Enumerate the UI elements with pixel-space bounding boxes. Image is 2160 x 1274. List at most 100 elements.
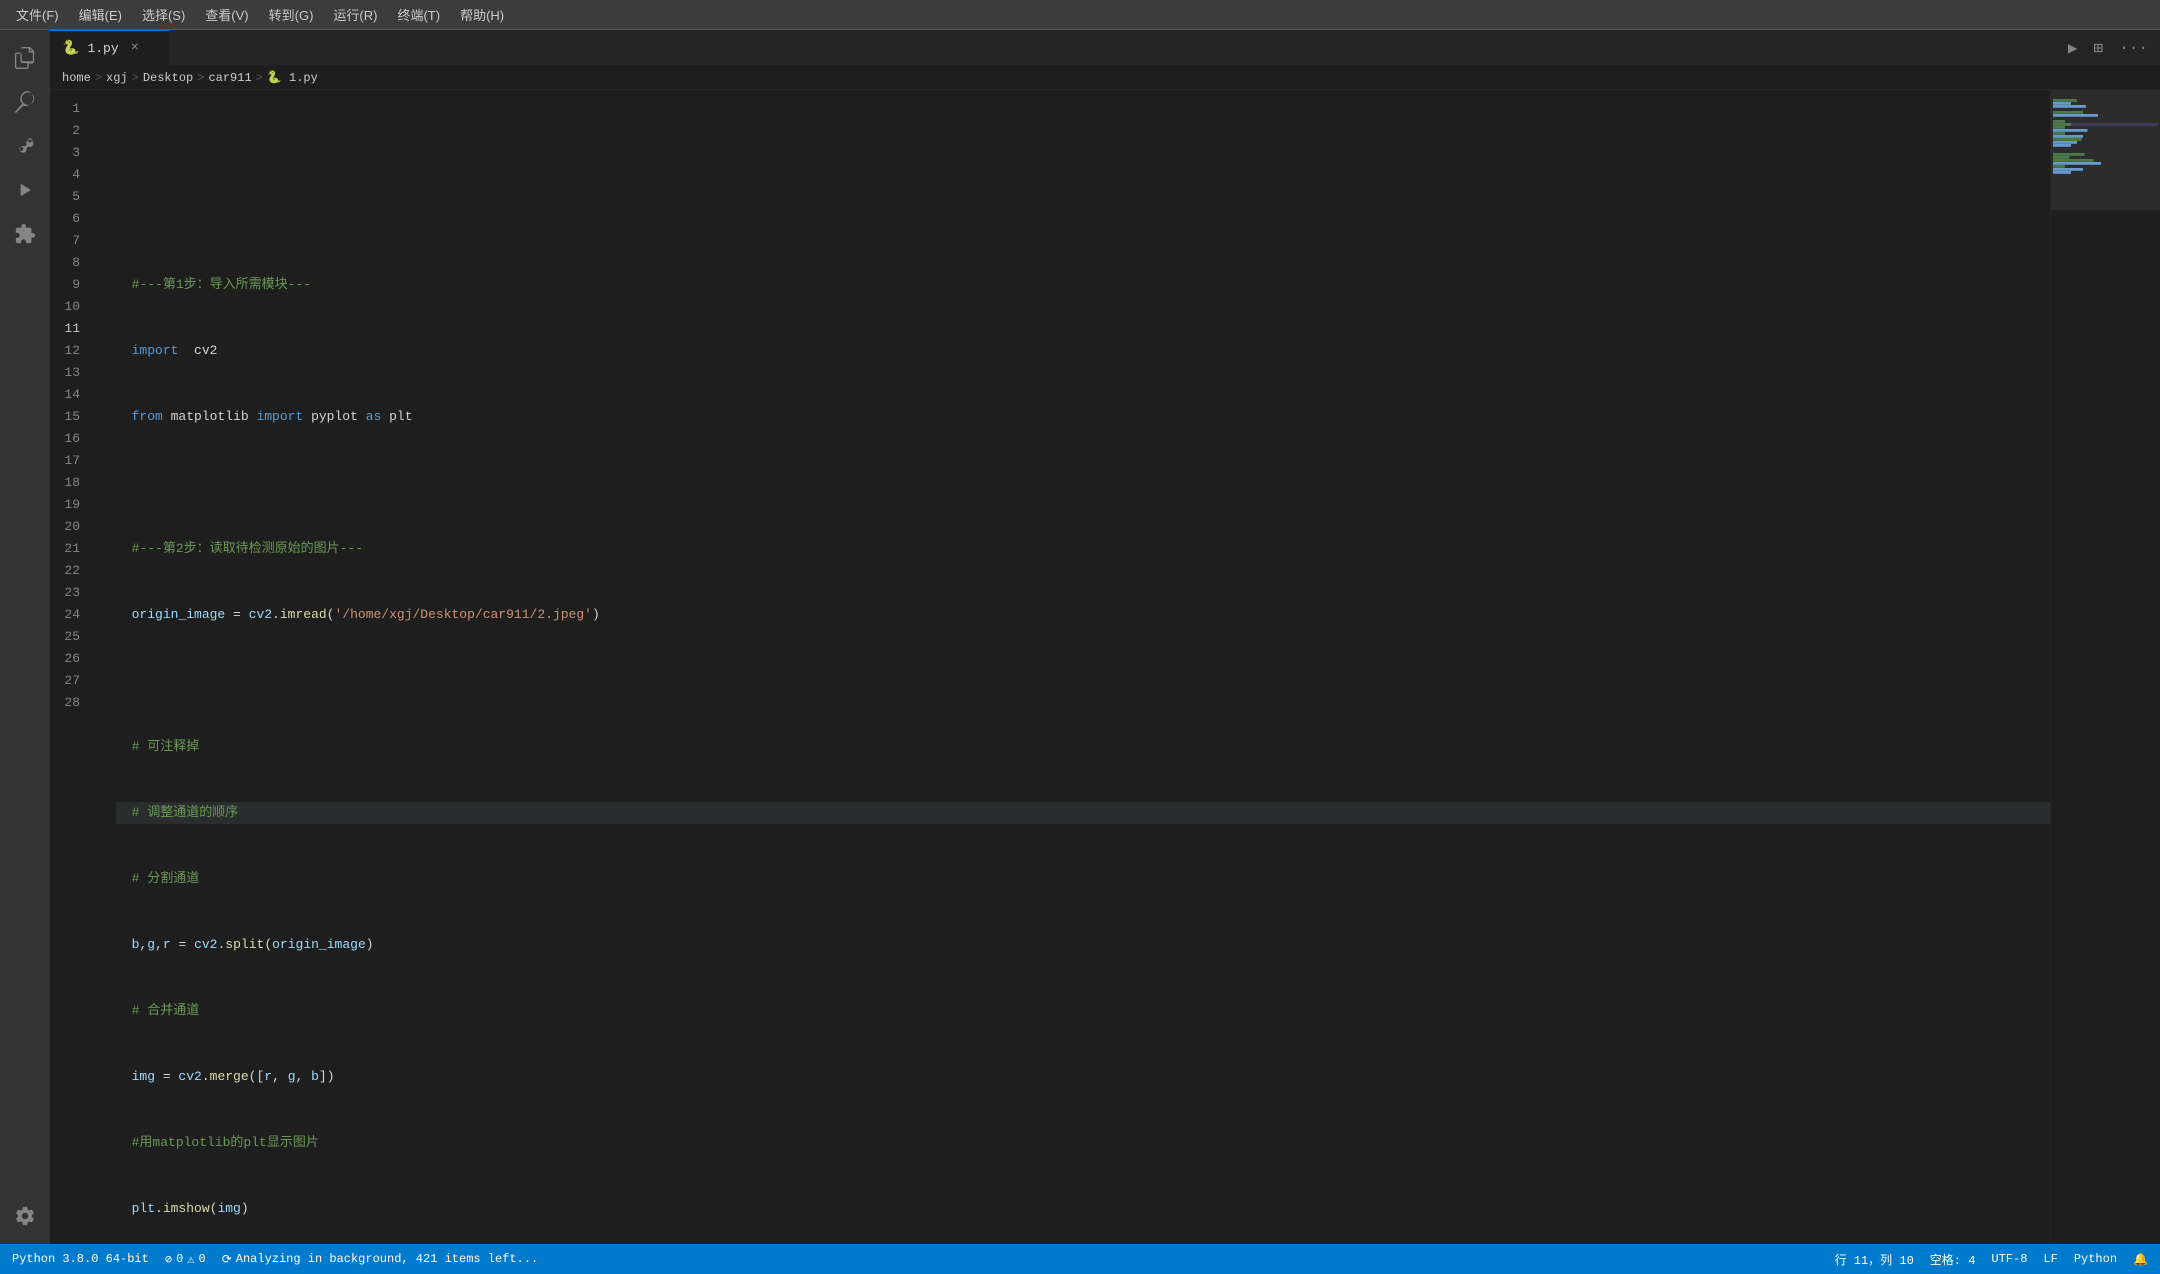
code-line-8: origin_image = cv2.imread('/home/xgj/Des… xyxy=(116,604,2050,626)
line-num-16: 16 xyxy=(50,428,92,450)
code-line-11: # 调整通道的顺序 xyxy=(116,802,2050,824)
status-notifications[interactable]: 🔔 xyxy=(2133,1251,2148,1268)
status-spaces[interactable]: 空格: 4 xyxy=(1930,1251,1976,1268)
status-analyzing: ⟳ Analyzing in background, 421 items lef… xyxy=(222,1252,539,1267)
line-ending-label: LF xyxy=(2043,1252,2057,1266)
status-right-section: 行 11，列 10 空格: 4 UTF-8 LF Python 🔔 xyxy=(1835,1251,2148,1268)
line-num-18: 18 xyxy=(50,472,92,494)
minimap[interactable]: ████████████████ ████████████ ██████████… xyxy=(2050,90,2160,1244)
encoding-label: UTF-8 xyxy=(1991,1252,2027,1266)
status-language[interactable]: Python xyxy=(2074,1251,2117,1268)
error-icon: ⊘ xyxy=(165,1252,172,1267)
code-line-16: #用matplotlib的plt显示图片 xyxy=(116,1132,2050,1154)
line-num-27: 27 xyxy=(50,670,92,692)
tab-bar: 🐍 1.py × ▶ ⊞ ··· xyxy=(50,30,2160,66)
code-line-3: #---第1步：导入所需模块--- xyxy=(116,274,2050,296)
line-num-10: 10 xyxy=(50,296,92,318)
code-line-17: plt.imshow(img) xyxy=(116,1198,2050,1220)
activity-search[interactable] xyxy=(5,82,45,122)
line-num-3: 3 xyxy=(50,142,92,164)
activity-extensions[interactable] xyxy=(5,214,45,254)
breadcrumb-desktop[interactable]: Desktop xyxy=(143,71,193,85)
analyzing-icon: ⟳ xyxy=(222,1252,232,1267)
warning-icon: ⚠ xyxy=(187,1252,194,1267)
line-num-17: 17 xyxy=(50,450,92,472)
line-num-23: 23 xyxy=(50,582,92,604)
line-col-label: 行 11，列 10 xyxy=(1835,1251,1914,1268)
warning-count: 0 xyxy=(199,1252,206,1266)
python-file-icon: 🐍 xyxy=(62,40,79,57)
line-num-24: 24 xyxy=(50,604,92,626)
code-content[interactable]: #---第1步：导入所需模块--- import cv2 from matplo… xyxy=(100,90,2050,1244)
menu-run[interactable]: 运行(R) xyxy=(325,1,385,28)
status-line-col[interactable]: 行 11，列 10 xyxy=(1835,1251,1914,1268)
code-line-9 xyxy=(116,670,2050,692)
status-bar: Python 3.8.0 64-bit ⊘ 0 ⚠ 0 ⟳ Analyzing … xyxy=(0,1244,2160,1274)
language-label: Python xyxy=(2074,1252,2117,1266)
menu-file[interactable]: 文件(F) xyxy=(8,1,67,28)
activity-settings[interactable] xyxy=(5,1196,45,1236)
line-num-25: 25 xyxy=(50,626,92,648)
code-line-15: img = cv2.merge([r, g, b]) xyxy=(116,1066,2050,1088)
menu-view[interactable]: 查看(V) xyxy=(197,1,256,28)
line-num-7: 7 xyxy=(50,230,92,252)
code-line-10: # 可注释掉 xyxy=(116,736,2050,758)
breadcrumb-home[interactable]: home xyxy=(62,71,91,85)
menu-edit[interactable]: 编辑(E) xyxy=(71,1,130,28)
code-editor[interactable]: 1 2 3 4 5 6 7 8 9 10 11 12 13 14 15 16 1… xyxy=(50,90,2160,1244)
line-num-5: 5 xyxy=(50,186,92,208)
line-num-12: 12 xyxy=(50,340,92,362)
code-line-6 xyxy=(116,472,2050,494)
minimap-content: ████████████████ ████████████ ██████████… xyxy=(2051,90,2160,177)
line-num-15: 15 xyxy=(50,406,92,428)
line-num-2: 2 xyxy=(50,120,92,142)
editor-container: 🐍 1.py × ▶ ⊞ ··· home > xgj > Desktop > … xyxy=(50,30,2160,1244)
code-line-5: from matplotlib import pyplot as plt xyxy=(116,406,2050,428)
tab-filename: 1.py xyxy=(87,41,118,56)
code-line-7: #---第2步：读取待检测原始的图片--- xyxy=(116,538,2050,560)
activity-bar xyxy=(0,30,50,1244)
code-line-13: b,g,r = cv2.split(origin_image) xyxy=(116,934,2050,956)
menu-bar: 文件(F) 编辑(E) 选择(S) 查看(V) 转到(G) 运行(R) 终端(T… xyxy=(0,0,2160,30)
line-num-21: 21 xyxy=(50,538,92,560)
more-actions-button[interactable]: ··· xyxy=(2115,37,2152,59)
line-num-20: 20 xyxy=(50,516,92,538)
line-num-9: 9 xyxy=(50,274,92,296)
activity-source-control[interactable] xyxy=(5,126,45,166)
bell-icon: 🔔 xyxy=(2133,1252,2148,1267)
tab-actions: ▶ ⊞ ··· xyxy=(2064,30,2160,65)
code-line-4: import cv2 xyxy=(116,340,2050,362)
status-errors[interactable]: ⊘ 0 ⚠ 0 xyxy=(165,1252,206,1267)
run-button[interactable]: ▶ xyxy=(2064,36,2082,60)
activity-explorer[interactable] xyxy=(5,38,45,78)
line-num-28: 28 xyxy=(50,692,92,714)
status-encoding[interactable]: UTF-8 xyxy=(1991,1251,2027,1268)
menu-goto[interactable]: 转到(G) xyxy=(261,1,322,28)
analyzing-text: Analyzing in background, 421 items left.… xyxy=(236,1252,538,1266)
breadcrumb: home > xgj > Desktop > car911 > 🐍 1.py xyxy=(50,66,2160,90)
activity-bar-bottom xyxy=(0,1196,50,1244)
menu-help[interactable]: 帮助(H) xyxy=(452,1,512,28)
activity-run-debug[interactable] xyxy=(5,170,45,210)
line-num-19: 19 xyxy=(50,494,92,516)
status-python-version[interactable]: Python 3.8.0 64-bit xyxy=(12,1252,149,1266)
line-numbers: 1 2 3 4 5 6 7 8 9 10 11 12 13 14 15 16 1… xyxy=(50,90,100,1244)
line-num-11: 11 xyxy=(50,318,92,340)
breadcrumb-xgj[interactable]: xgj xyxy=(106,71,128,85)
code-line-1 xyxy=(116,142,2050,164)
menu-terminal[interactable]: 终端(T) xyxy=(389,1,448,28)
status-line-ending[interactable]: LF xyxy=(2043,1251,2057,1268)
tab-close-button[interactable]: × xyxy=(131,40,139,56)
breadcrumb-sep-1: > xyxy=(95,71,102,85)
line-num-4: 4 xyxy=(50,164,92,186)
breadcrumb-sep-2: > xyxy=(132,71,139,85)
split-editor-button[interactable]: ⊞ xyxy=(2090,36,2108,60)
line-num-26: 26 xyxy=(50,648,92,670)
breadcrumb-sep-4: > xyxy=(256,71,263,85)
breadcrumb-file[interactable]: 🐍 1.py xyxy=(267,70,318,85)
breadcrumb-car911[interactable]: car911 xyxy=(208,71,251,85)
code-line-2 xyxy=(116,208,2050,230)
menu-select[interactable]: 选择(S) xyxy=(134,1,193,28)
line-num-22: 22 xyxy=(50,560,92,582)
file-tab-1py[interactable]: 🐍 1.py × xyxy=(50,30,170,65)
